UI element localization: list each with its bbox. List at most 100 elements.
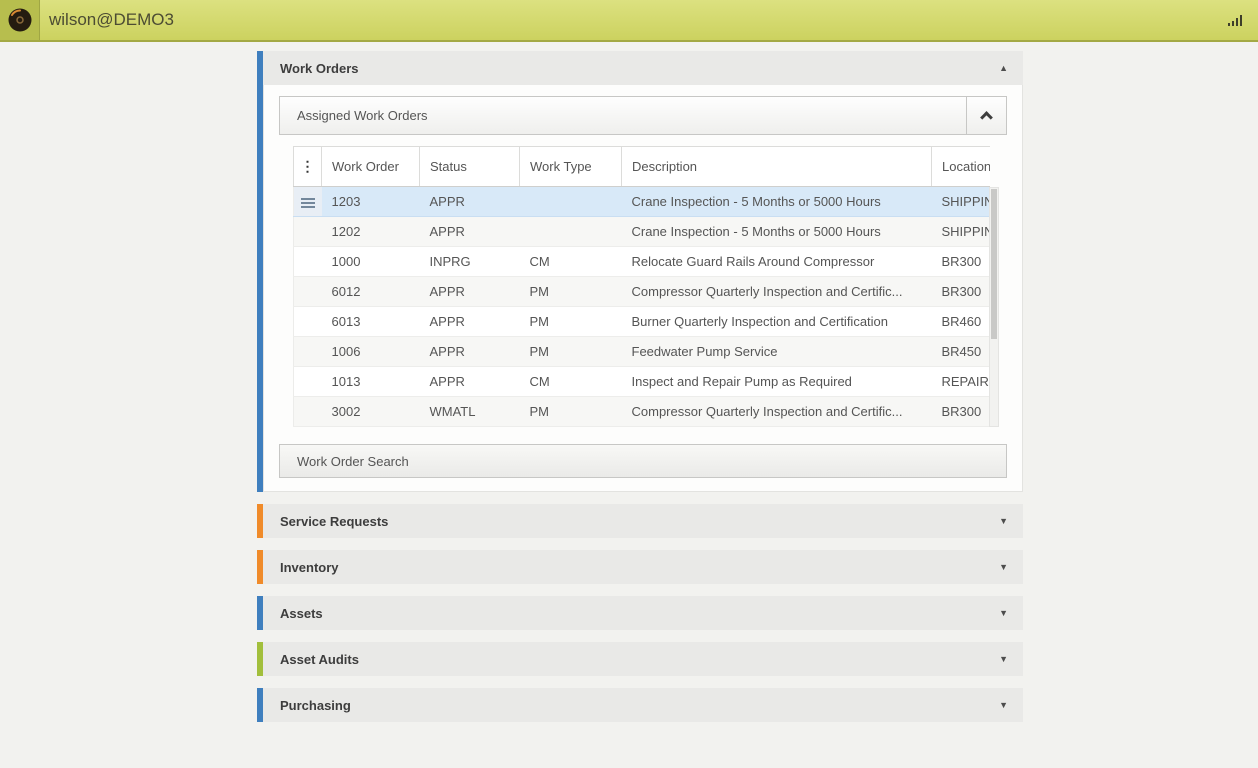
table-row[interactable]: 1006 APPR PM Feedwater Pump Service BR450 (293, 336, 990, 367)
overflow-menu-icon[interactable]: ⋮ (293, 146, 322, 187)
work-order-search-label: Work Order Search (297, 453, 409, 469)
top-bar: wilson@DEMO3 (0, 0, 1258, 42)
assigned-work-orders-table: ⋮ Work Order Status Work Type Descriptio… (293, 146, 990, 427)
work-type-cell (519, 216, 622, 247)
asset-audits-title: Asset Audits (280, 651, 359, 667)
work-type-cell (519, 186, 622, 217)
work-order-cell: 1203 (321, 186, 420, 217)
assigned-work-orders-title: Assigned Work Orders (297, 108, 428, 123)
assigned-work-orders-grid: ⋮ Work Order Status Work Type Descriptio… (293, 146, 999, 427)
scrollbar-thumb[interactable] (991, 189, 997, 339)
description-cell: Compressor Quarterly Inspection and Cert… (621, 276, 932, 307)
work-order-search-button[interactable]: Work Order Search (279, 444, 1007, 478)
row-grip-cell (293, 306, 322, 337)
work-order-cell: 6013 (321, 306, 420, 337)
location-cell: BR300 (931, 396, 990, 427)
expand-triangle-icon[interactable]: ▼ (999, 608, 1008, 618)
status-cell: APPR (419, 336, 520, 367)
table-row[interactable]: 1013 APPR CM Inspect and Repair Pump as Req… (293, 366, 990, 397)
work-order-cell: 6012 (321, 276, 420, 307)
work-order-cell: 3002 (321, 396, 420, 427)
location-cell: BR300 (931, 276, 990, 307)
work-type-cell: CM (519, 246, 622, 277)
location-cell: BR300 (931, 246, 990, 277)
table-row[interactable]: 6012 APPR PM Compressor Quarterly Inspectio… (293, 276, 990, 307)
work-order-cell: 1202 (321, 216, 420, 247)
row-grip-cell (293, 366, 322, 397)
chevron-up-icon (980, 111, 993, 124)
row-grip-cell (293, 396, 322, 427)
description-cell: Relocate Guard Rails Around Compressor (621, 246, 932, 277)
location-cell: SHIPPING (931, 216, 990, 247)
work-orders-panel: Work Orders ▲ Assigned Work Orders ⋮ Wor… (257, 51, 1023, 492)
vertical-scrollbar[interactable] (989, 187, 999, 427)
assets-accent-bar (257, 596, 263, 630)
service-requests-title: Service Requests (280, 513, 389, 529)
app-logo-icon[interactable] (0, 0, 40, 40)
status-cell: APPR (419, 216, 520, 247)
table-header-row: ⋮ Work Order Status Work Type Descriptio… (293, 146, 990, 187)
work-orders-panel-body: Assigned Work Orders ⋮ Work Order Status… (263, 85, 1023, 492)
assets-title: Assets (280, 605, 323, 621)
location-cell: BR450 (931, 336, 990, 367)
service-requests-accent-bar (257, 504, 263, 538)
panel-inventory[interactable]: Inventory ▼ (257, 550, 1023, 584)
work-type-cell: CM (519, 366, 622, 397)
table-row[interactable]: 1203 APPR Crane Inspection - 5 Months or 5… (293, 186, 990, 217)
column-header-location[interactable]: Location (931, 146, 990, 187)
panel-assets[interactable]: Assets ▼ (257, 596, 1023, 630)
column-header-work-order[interactable]: Work Order (321, 146, 420, 187)
panel-service-requests[interactable]: Service Requests ▼ (257, 504, 1023, 538)
inventory-title: Inventory (280, 559, 339, 575)
work-orders-panel-header[interactable]: Work Orders ▲ (263, 51, 1023, 85)
row-grip-icon[interactable] (293, 186, 322, 217)
work-type-cell: PM (519, 306, 622, 337)
inventory-accent-bar (257, 550, 263, 584)
description-cell: Inspect and Repair Pump as Required (621, 366, 932, 397)
row-grip-cell (293, 216, 322, 247)
work-order-cell: 1000 (321, 246, 420, 277)
description-cell: Burner Quarterly Inspection and Certific… (621, 306, 932, 337)
column-header-status[interactable]: Status (419, 146, 520, 187)
status-cell: APPR (419, 306, 520, 337)
work-type-cell: PM (519, 396, 622, 427)
description-cell: Compressor Quarterly Inspection and Cert… (621, 396, 932, 427)
description-cell: Feedwater Pump Service (621, 336, 932, 367)
description-cell: Crane Inspection - 5 Months or 5000 Hour… (621, 186, 932, 217)
status-cell: APPR (419, 366, 520, 397)
work-orders-accent-bar (257, 51, 263, 492)
assigned-work-orders-header[interactable]: Assigned Work Orders (279, 96, 1007, 135)
location-cell: REPAIR (931, 366, 990, 397)
row-grip-cell (293, 276, 322, 307)
column-header-description[interactable]: Description (621, 146, 932, 187)
panel-purchasing[interactable]: Purchasing ▼ (257, 688, 1023, 722)
table-row[interactable]: 6013 APPR PM Burner Quarterly Inspection an… (293, 306, 990, 337)
table-row[interactable]: 3002 WMATL PM Compressor Quarterly Inspecti… (293, 396, 990, 427)
asset-audits-accent-bar (257, 642, 263, 676)
row-grip-cell (293, 246, 322, 277)
collapse-assigned-button[interactable] (966, 97, 1006, 134)
expand-triangle-icon[interactable]: ▼ (999, 562, 1008, 572)
work-order-cell: 1006 (321, 336, 420, 367)
location-cell: BR460 (931, 306, 990, 337)
description-cell: Crane Inspection - 5 Months or 5000 Hour… (621, 216, 932, 247)
work-orders-title: Work Orders (280, 60, 359, 76)
signal-strength-icon (1228, 14, 1242, 26)
main-content: Work Orders ▲ Assigned Work Orders ⋮ Wor… (0, 42, 1258, 722)
expand-triangle-icon[interactable]: ▼ (999, 654, 1008, 664)
work-type-cell: PM (519, 336, 622, 367)
purchasing-title: Purchasing (280, 697, 351, 713)
status-cell: APPR (419, 186, 520, 217)
status-cell: INPRG (419, 246, 520, 277)
app-logo-glyph (8, 8, 31, 32)
expand-triangle-icon[interactable]: ▼ (999, 700, 1008, 710)
panel-asset-audits[interactable]: Asset Audits ▼ (257, 642, 1023, 676)
collapse-triangle-icon[interactable]: ▲ (999, 63, 1008, 73)
work-order-cell: 1013 (321, 366, 420, 397)
user-context-title: wilson@DEMO3 (49, 10, 174, 29)
status-cell: WMATL (419, 396, 520, 427)
table-row[interactable]: 1202 APPR Crane Inspection - 5 Months or 5… (293, 216, 990, 247)
table-row[interactable]: 1000 INPRG CM Relocate Guard Rails Around C… (293, 246, 990, 277)
expand-triangle-icon[interactable]: ▼ (999, 516, 1008, 526)
column-header-work-type[interactable]: Work Type (519, 146, 622, 187)
